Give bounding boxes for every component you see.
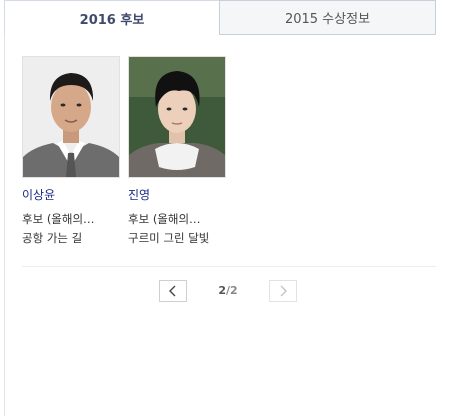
candidate-work: 공항 가는 길 [22,231,83,245]
prev-page-button[interactable] [159,280,187,302]
next-page-button[interactable] [269,280,297,302]
year-tabs: 2016 후보 2015 수상정보 [4,0,436,35]
tab-label: 2016 후보 [79,12,145,28]
candidate-card: 진영 후보 (올해의… 구르미 그린 달빛 [128,56,228,256]
section-divider [22,266,436,267]
candidate-work: 구르미 그린 달빛 [128,231,210,245]
candidate-role: 후보 (올해의… [128,212,201,226]
page-indicator: 2/2 [213,284,243,297]
candidate-card: 이상윤 후보 (올해의… 공항 가는 길 [22,56,122,256]
content-left-border [4,35,5,416]
total-pages: 2 [230,284,238,297]
tab-2015-awards[interactable]: 2015 수상정보 [219,0,436,35]
tab-label: 2015 수상정보 [284,12,371,27]
candidate-role: 후보 (올해의… [22,212,95,226]
candidate-photo[interactable] [22,56,120,178]
chevron-right-icon [278,282,288,301]
candidate-name-link[interactable]: 이상윤 [22,186,55,203]
tab-2016-candidates[interactable]: 2016 후보 [4,0,219,35]
candidate-photo[interactable] [128,56,226,178]
chevron-left-icon [168,282,178,301]
candidate-name-link[interactable]: 진영 [128,186,150,203]
current-page: 2 [218,284,226,297]
